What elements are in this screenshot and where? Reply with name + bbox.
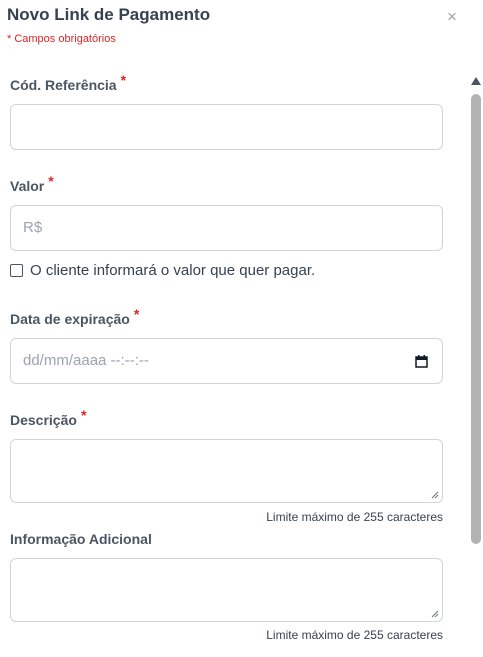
additional-info-label: Informação Adicional — [10, 531, 152, 547]
client-decides-checkbox[interactable] — [10, 264, 23, 277]
additional-info-textarea[interactable] — [10, 558, 443, 622]
description-textarea[interactable] — [10, 439, 443, 503]
resize-handle-icon[interactable] — [431, 491, 439, 499]
close-icon[interactable]: × — [445, 8, 459, 26]
expiration-label: Data de expiração * — [10, 306, 139, 327]
description-char-limit: Limite máximo de 255 caracteres — [266, 510, 443, 524]
description-label: Descrição * — [10, 407, 86, 428]
required-asterisk: * — [120, 72, 127, 88]
payment-link-modal: Novo Link de Pagamento × * Campos obriga… — [0, 0, 483, 657]
calendar-icon[interactable] — [415, 355, 428, 368]
amount-placeholder: R$ — [23, 219, 43, 236]
required-fields-note: * Campos obrigatórios — [7, 33, 116, 45]
reference-label-text: Cód. Referência — [10, 77, 117, 93]
scroll-up-arrow-icon[interactable] — [471, 77, 481, 85]
required-asterisk: * — [48, 173, 54, 189]
client-decides-row[interactable]: O cliente informará o valor que quer pag… — [10, 262, 315, 279]
reference-input[interactable] — [10, 104, 443, 150]
expiration-placeholder: dd/mm/aaaa --:--:-- — [23, 352, 149, 369]
additional-info-char-limit: Limite máximo de 255 caracteres — [266, 628, 443, 642]
scrollbar[interactable] — [469, 77, 483, 657]
amount-input[interactable]: R$ — [10, 205, 443, 251]
expiration-label-text: Data de expiração — [10, 311, 130, 327]
description-label-text: Descrição — [10, 412, 77, 428]
amount-label-text: Valor — [10, 178, 45, 194]
scrollbar-thumb[interactable] — [471, 94, 481, 544]
modal-title: Novo Link de Pagamento — [7, 5, 211, 24]
client-decides-label: O cliente informará o valor que quer pag… — [30, 262, 316, 279]
amount-label: Valor * — [10, 173, 54, 194]
required-asterisk: * — [133, 306, 140, 322]
reference-label: Cód. Referência * — [10, 72, 126, 93]
resize-handle-icon[interactable] — [431, 610, 439, 618]
required-asterisk: * — [80, 407, 87, 423]
expiration-datetime-input[interactable]: dd/mm/aaaa --:--:-- — [10, 338, 443, 384]
